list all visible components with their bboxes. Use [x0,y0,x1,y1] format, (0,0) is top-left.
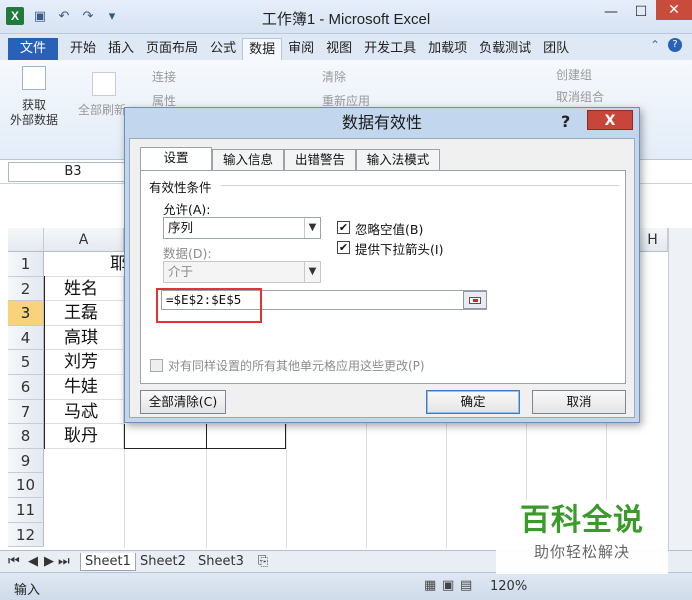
sheet-nav-first-icon[interactable]: ⏮ [8,553,20,571]
row-header[interactable]: 12 [8,522,44,548]
tab-team[interactable]: 团队 [537,38,575,60]
tab-data[interactable]: 数据 [242,38,283,60]
connections-button[interactable]: 连接 [152,68,176,85]
row-header[interactable]: 11 [8,498,44,523]
cancel-button[interactable]: 取消 [532,390,626,414]
collapse-dialog-icon-dot [473,299,478,302]
tab-page-layout[interactable]: 页面布局 [140,38,204,60]
tab-insert[interactable]: 插入 [102,38,140,60]
chevron-down-icon: ▼ [304,218,320,238]
sheet-tab-3[interactable]: Sheet3 [198,553,244,571]
tab-home[interactable]: 开始 [64,38,102,60]
allow-value: 序列 [168,220,194,235]
settings-panel: 有效性条件 允许(A): 序列 ▼ ✔ 忽略空值(B) ✔ 提供下拉箭头(I) … [140,170,626,384]
clear-filter-button[interactable]: 清除 [322,68,346,85]
help-icon[interactable]: ? [668,38,682,52]
sheet-nav-last-icon[interactable]: ⏭ [58,553,70,571]
row-header[interactable]: 1 [8,252,44,277]
sheet-nav-next-icon[interactable]: ▶ [44,553,54,571]
row-header[interactable]: 10 [8,473,44,498]
column-header-h[interactable]: H [638,228,668,252]
dialog-help-icon[interactable]: ? [561,112,570,131]
dialog-close-button[interactable]: X [587,110,633,130]
watermark-subtitle: 助你轻松解决 [533,543,630,561]
refresh-all-icon [92,72,116,96]
ungroup-button[interactable]: 取消组合 [556,88,604,105]
sheet-nav-prev-icon[interactable]: ◀ [28,553,38,571]
criteria-heading: 有效性条件 [149,180,212,195]
minimize-ribbon-icon[interactable]: ⌃ [650,38,660,52]
view-page-break-icon[interactable]: ▤ [460,578,472,593]
name-box[interactable]: B3 [8,162,138,182]
clear-all-button[interactable]: 全部清除(C) [140,390,226,414]
range-picker-button[interactable] [463,291,487,309]
dropdown-arrow-label: 提供下拉箭头(I) [355,242,444,257]
watermark-title: 百科全说 [520,503,644,538]
data-value: 介于 [168,264,194,279]
allow-select[interactable]: 序列 ▼ [163,217,321,239]
source-highlight-box [156,288,262,323]
ribbon-tab-bar: 文件 开始 插入 页面布局 公式 数据 审阅 视图 开发工具 加载项 负载测试 … [0,34,692,60]
data-select[interactable]: 介于 ▼ [163,261,321,283]
close-window-button[interactable]: ✕ [656,0,692,20]
refresh-all-button[interactable]: 全部刷新 [78,101,126,118]
get-external-data-icon [22,66,46,90]
tab-load-test[interactable]: 负载测试 [473,38,537,60]
tab-error-alert[interactable]: 出错警告 [284,149,356,171]
watermark: 百科全说 助你轻松解决 [496,500,668,574]
view-page-layout-icon[interactable]: ▣ [442,578,454,593]
tab-file[interactable]: 文件 [8,38,59,60]
window-title: 工作簿1 - Microsoft Excel [261,11,431,28]
row-header-selected[interactable]: 3 [8,301,44,326]
maximize-button[interactable]: ☐ [626,4,656,24]
minimize-button[interactable]: — [596,4,626,24]
zoom-level[interactable]: 120% [490,579,527,594]
ok-button[interactable]: 确定 [426,390,520,414]
row-header[interactable]: 5 [8,350,44,375]
data-validation-dialog: 数据有效性 ? X 设置 输入信息 出错警告 输入法模式 有效性条件 允许(A)… [124,107,640,423]
status-bar: 输入 ▦ ▣ ▤ 120% [0,572,692,600]
tab-input-message[interactable]: 输入信息 [212,149,284,171]
ribbon-right-controls: ⌃ ? [650,38,682,52]
ignore-blank-checkbox[interactable]: ✔ [337,221,350,234]
sheet-tab-2[interactable]: Sheet2 [140,553,186,571]
apply-all-label: 对有同样设置的所有其他单元格应用这些更改(P) [168,359,425,373]
column-header-a[interactable]: A [44,228,124,252]
row-header[interactable]: 2 [8,276,44,302]
tab-ime-mode[interactable]: 输入法模式 [356,149,440,171]
tab-review[interactable]: 审阅 [282,38,320,60]
vertical-scrollbar[interactable] [668,228,692,550]
ignore-blank-label: 忽略空值(B) [355,222,424,237]
row-header[interactable]: 9 [8,448,44,474]
status-mode: 输入 [14,583,41,598]
dropdown-arrow-checkbox[interactable]: ✔ [337,241,350,254]
data-label: 数据(D): [163,246,212,261]
view-normal-icon[interactable]: ▦ [424,578,436,593]
tab-addins[interactable]: 加载项 [422,38,473,60]
row-header[interactable]: 8 [8,424,44,449]
get-external-data-button[interactable]: 获取 外部数据 [8,98,60,128]
allow-label: 允许(A): [163,202,211,217]
tab-settings[interactable]: 设置 [140,147,212,171]
row-header[interactable]: 6 [8,375,44,400]
group-button[interactable]: 创建组 [556,66,592,83]
select-all-corner[interactable] [8,228,44,252]
criteria-divider [221,185,619,186]
apply-all-checkbox[interactable] [150,359,163,372]
title-bar: X ▣ ↶ ↷ ▾ 工作簿1 - Microsoft Excel — ☐ ✕ [0,0,692,34]
chevron-down-icon: ▼ [304,262,320,282]
row-header[interactable]: 4 [8,325,44,351]
dialog-body: 设置 输入信息 出错警告 输入法模式 有效性条件 允许(A): 序列 ▼ ✔ 忽… [129,138,635,418]
tab-view[interactable]: 视图 [320,38,358,60]
sheet-tab-1[interactable]: Sheet1 [80,553,136,571]
tab-developer[interactable]: 开发工具 [358,38,422,60]
row-header[interactable]: 7 [8,399,44,425]
tab-formulas[interactable]: 公式 [204,38,242,60]
insert-sheet-icon[interactable]: ⎘ [258,553,268,571]
